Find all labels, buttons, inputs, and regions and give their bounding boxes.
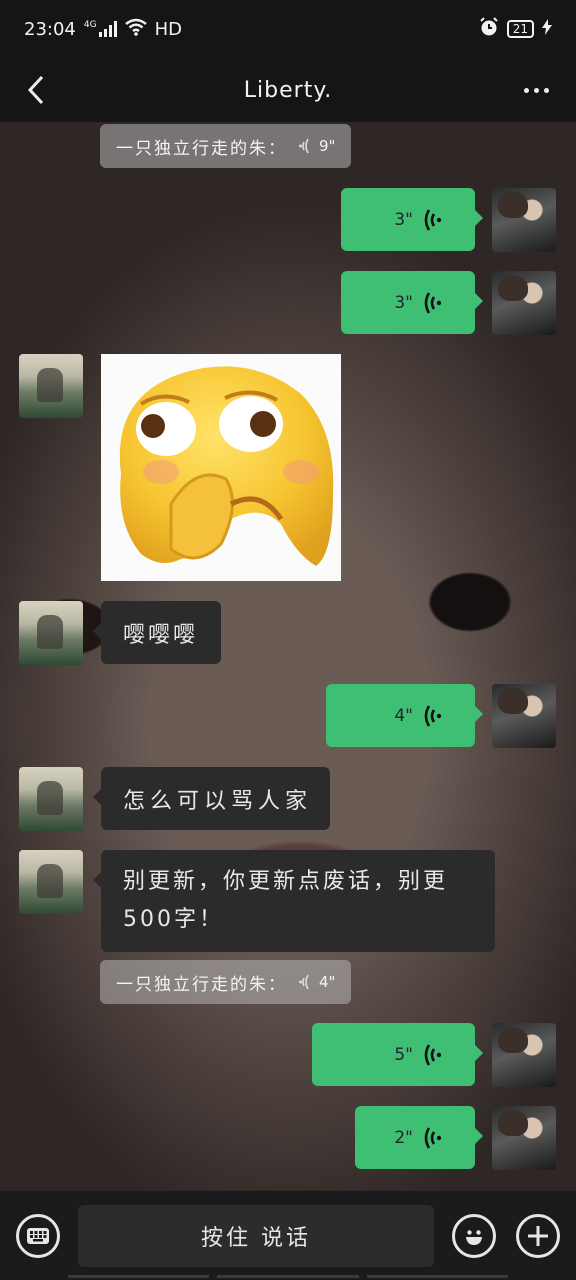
keyboard-icon xyxy=(27,1228,49,1244)
my-avatar[interactable] xyxy=(492,1106,556,1170)
quote-duration: 9" xyxy=(319,137,336,155)
dot-icon xyxy=(543,87,549,93)
friend-avatar[interactable] xyxy=(19,601,83,665)
more-options-button[interactable] xyxy=(516,76,556,104)
quote-duration: 4" xyxy=(319,973,336,991)
friend-avatar[interactable] xyxy=(19,850,83,914)
network-label: 4G xyxy=(83,19,97,30)
voice-message-out[interactable]: 4" xyxy=(326,684,483,747)
message-text: 嘤嘤嘤 xyxy=(123,622,199,648)
voice-icon xyxy=(424,291,442,314)
quote-sender: 一只独立行走的朱： xyxy=(116,138,287,159)
alarm-icon xyxy=(479,16,499,42)
emoji-sticker-icon xyxy=(119,366,334,566)
voice-duration: 5" xyxy=(394,1044,413,1065)
quoted-voice-message[interactable]: 一只独立行走的朱： 9" xyxy=(100,124,352,168)
voice-message-out[interactable]: 3" xyxy=(341,188,483,251)
quote-sender: 一只独立行走的朱： xyxy=(116,974,287,995)
text-message-in[interactable]: 怎么可以骂人家 xyxy=(93,767,330,830)
hd-label: HD xyxy=(154,18,182,40)
message-text-line: 别更新，你更新点废话，别更 xyxy=(123,869,449,894)
voice-duration: 4" xyxy=(394,705,413,726)
add-attachment-button[interactable] xyxy=(516,1214,560,1258)
message-text: 怎么可以骂人家 xyxy=(123,788,313,814)
text-message-in[interactable]: 嘤嘤嘤 xyxy=(93,601,221,664)
sticker-image[interactable] xyxy=(101,354,341,581)
voice-message-out[interactable]: 3" xyxy=(341,271,483,334)
back-button[interactable] xyxy=(18,72,54,108)
voice-icon xyxy=(424,704,442,727)
voice-duration: 3" xyxy=(394,209,413,230)
voice-icon xyxy=(424,208,442,231)
my-avatar[interactable] xyxy=(492,188,556,252)
message-text-line: 500字！ xyxy=(123,907,224,932)
voice-duration: 2" xyxy=(394,1127,413,1148)
hold-to-talk-button[interactable]: 按住 说话 xyxy=(78,1205,434,1267)
chat-area[interactable]: 一只独立行走的朱： 9" 3" 3" 嘤嘤嘤 4" 怎么可以骂人家 别更新，你更… xyxy=(0,122,576,1190)
my-avatar[interactable] xyxy=(492,1023,556,1087)
chat-title: Liberty. xyxy=(243,77,333,103)
plus-icon xyxy=(528,1226,548,1246)
my-avatar[interactable] xyxy=(492,684,556,748)
friend-avatar[interactable] xyxy=(19,354,83,418)
voice-icon xyxy=(299,974,309,990)
input-bar: 按住 说话 xyxy=(0,1190,576,1280)
voice-message-out[interactable]: 2" xyxy=(355,1106,483,1169)
voice-duration: 3" xyxy=(394,292,413,313)
dot-icon xyxy=(533,87,539,93)
chevron-left-icon xyxy=(27,75,44,105)
status-bar: 23:04 4G HD 21 xyxy=(0,0,576,58)
emoji-button[interactable] xyxy=(452,1214,496,1258)
smiley-icon xyxy=(466,1230,482,1245)
my-avatar[interactable] xyxy=(492,271,556,335)
chat-header: Liberty. xyxy=(0,58,576,122)
voice-icon xyxy=(299,138,309,154)
voice-icon xyxy=(424,1126,442,1149)
keyboard-toggle-button[interactable] xyxy=(16,1214,60,1258)
bottom-divider xyxy=(68,1275,508,1278)
battery-indicator: 21 xyxy=(506,20,534,38)
friend-avatar[interactable] xyxy=(19,767,83,831)
voice-message-out[interactable]: 5" xyxy=(312,1023,483,1086)
text-message-in[interactable]: 别更新，你更新点废话，别更 500字！ xyxy=(93,850,495,952)
dot-icon xyxy=(523,87,529,93)
quoted-voice-message[interactable]: 一只独立行走的朱： 4" xyxy=(100,960,352,1004)
status-time: 23:04 xyxy=(24,18,76,40)
signal-icon xyxy=(98,21,117,37)
wifi-icon xyxy=(124,18,147,41)
charging-icon xyxy=(542,18,552,40)
voice-icon xyxy=(424,1043,442,1066)
